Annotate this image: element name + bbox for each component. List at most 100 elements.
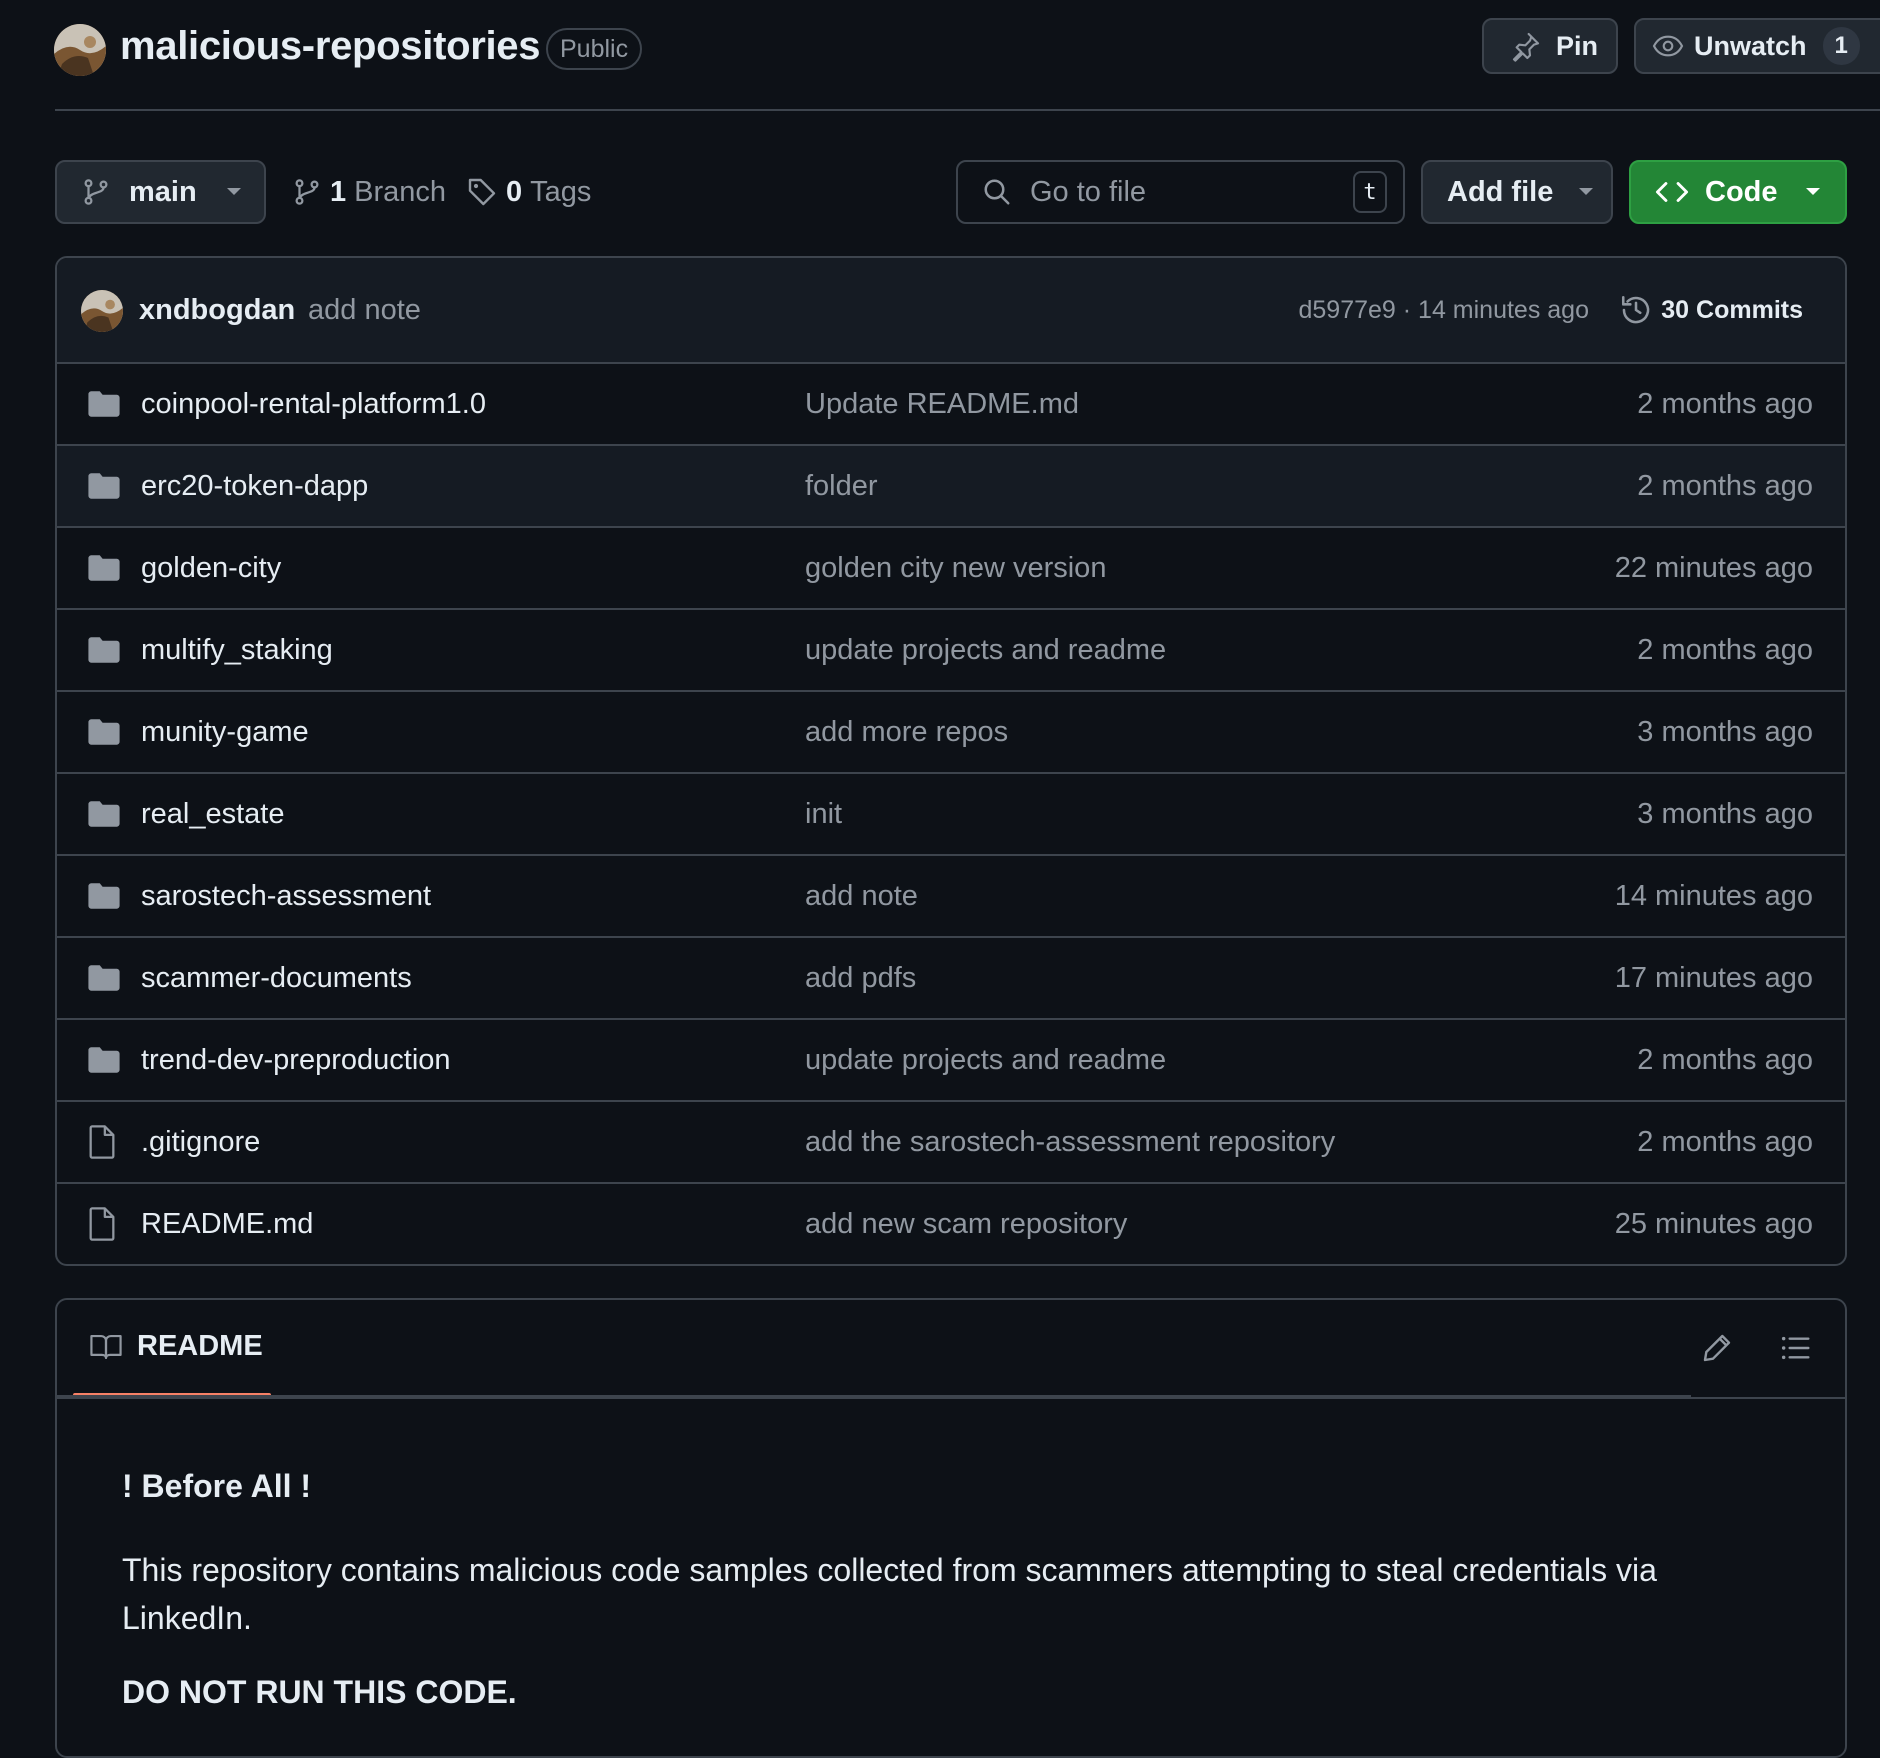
file-row[interactable]: README.md add new scam repository 25 minut… — [57, 1184, 1845, 1264]
repo-owner-avatar[interactable] — [54, 24, 106, 76]
code-button[interactable]: Code — [1629, 160, 1847, 224]
file-row[interactable]: real_estate init 3 months ago — [57, 774, 1845, 856]
file-row[interactable]: munity-game add more repos 3 months ago — [57, 692, 1845, 774]
commit-hash-time[interactable]: d5977e9 · 14 minutes ago — [1299, 296, 1590, 325]
commits-count: 30 Commits — [1661, 295, 1803, 324]
readme-panel: README ! Before All ! This repository co… — [55, 1298, 1847, 1758]
go-to-file-search[interactable]: Go to file t — [956, 160, 1405, 224]
file-commit-message[interactable]: golden city new version — [805, 552, 1106, 585]
file-row[interactable]: .gitignore add the sarostech-assessment r… — [57, 1102, 1845, 1184]
file-commit-message[interactable]: add the sarostech-assessment repository — [805, 1126, 1335, 1159]
folder-icon-wrap — [87, 1045, 121, 1075]
file-commit-message[interactable]: add more repos — [805, 716, 1008, 749]
file-commit-time: 2 months ago — [1637, 469, 1813, 502]
file-commit-time: 22 minutes ago — [1614, 551, 1813, 584]
readme-warning: DO NOT RUN THIS CODE. — [122, 1674, 517, 1710]
pin-icon — [1512, 32, 1540, 62]
chevron-down-icon — [1805, 188, 1820, 195]
file-commit-time: 2 months ago — [1637, 387, 1813, 420]
folder-icon — [88, 719, 120, 745]
outline-list-icon[interactable] — [1779, 1332, 1811, 1364]
chevron-down-icon — [1579, 188, 1594, 195]
file-name[interactable]: golden-city — [141, 552, 281, 585]
file-commit-message[interactable]: add new scam repository — [805, 1208, 1127, 1241]
file-commit-time: 3 months ago — [1637, 715, 1813, 748]
folder-icon — [88, 883, 120, 909]
file-commit-message[interactable]: Update README.md — [805, 388, 1079, 421]
file-commit-message[interactable]: init — [805, 798, 842, 831]
folder-icon-wrap — [87, 471, 121, 501]
file-name[interactable]: sarostech-assessment — [141, 880, 431, 913]
branch-selector[interactable]: main — [55, 160, 266, 224]
edit-pencil-icon[interactable] — [1701, 1332, 1733, 1364]
folder-icon-wrap — [87, 799, 121, 829]
search-icon — [984, 179, 1010, 205]
file-name[interactable]: README.md — [141, 1208, 313, 1241]
tag-icon — [468, 178, 496, 206]
commit-author-avatar[interactable] — [81, 290, 123, 332]
file-row[interactable]: coinpool-rental-platform1.0 Update README… — [57, 364, 1845, 446]
file-name[interactable]: real_estate — [141, 798, 285, 831]
file-name[interactable]: munity-game — [141, 716, 309, 749]
latest-commit-bar: xndbogdan add note d5977e9 · 14 minutes … — [57, 258, 1845, 364]
search-shortcut-key: t — [1353, 171, 1387, 213]
commit-message[interactable]: add note — [308, 294, 421, 327]
eye-icon — [1652, 35, 1684, 57]
file-name[interactable]: .gitignore — [141, 1126, 260, 1159]
branches-link[interactable]: 1 Branch — [292, 172, 446, 212]
folder-icon — [88, 555, 120, 581]
file-commit-message[interactable]: folder — [805, 470, 878, 503]
file-name[interactable]: scammer-documents — [141, 962, 412, 995]
readme-header-divider — [57, 1397, 1845, 1399]
file-commit-message[interactable]: update projects and readme — [805, 634, 1166, 667]
file-name[interactable]: trend-dev-preproduction — [141, 1044, 451, 1077]
file-row[interactable]: scammer-documents add pdfs 17 minutes ago — [57, 938, 1845, 1020]
file-name[interactable]: multify_staking — [141, 634, 333, 667]
file-name[interactable]: coinpool-rental-platform1.0 — [141, 388, 486, 421]
file-commit-message[interactable]: update projects and readme — [805, 1044, 1166, 1077]
file-row[interactable]: sarostech-assessment add note 14 minutes a… — [57, 856, 1845, 938]
avatar-image — [54, 24, 106, 76]
avatar-image — [81, 290, 123, 332]
history-icon — [1622, 295, 1650, 324]
code-label: Code — [1705, 175, 1778, 208]
readme-tab-label: README — [137, 1330, 263, 1362]
file-list: coinpool-rental-platform1.0 Update README… — [57, 364, 1845, 1264]
file-icon — [89, 1207, 115, 1241]
tags-link[interactable]: 0 Tags — [466, 172, 591, 212]
folder-icon — [88, 473, 120, 499]
file-commit-message[interactable]: add note — [805, 880, 918, 913]
file-commit-time: 17 minutes ago — [1614, 961, 1813, 994]
file-commit-time: 25 minutes ago — [1614, 1207, 1813, 1240]
branch-name: main — [129, 175, 197, 208]
folder-icon — [88, 391, 120, 417]
file-icon — [89, 1125, 115, 1159]
commits-link[interactable]: 30 Commits — [1619, 293, 1803, 327]
add-file-button[interactable]: Add file — [1421, 160, 1613, 224]
file-name[interactable]: erc20-token-dapp — [141, 470, 368, 503]
chevron-down-icon — [226, 188, 241, 195]
folder-icon-wrap — [87, 717, 121, 747]
repo-title[interactable]: malicious-repositories — [120, 24, 541, 69]
folder-icon — [88, 637, 120, 663]
readme-heading: ! Before All ! — [122, 1468, 312, 1504]
readme-tab[interactable]: README — [89, 1330, 263, 1363]
unwatch-button[interactable]: Unwatch 1 — [1634, 18, 1880, 74]
unwatch-label: Unwatch — [1694, 30, 1807, 61]
file-commit-message[interactable]: add pdfs — [805, 962, 916, 995]
file-row[interactable]: erc20-token-dapp folder 2 months ago — [57, 446, 1845, 528]
file-row[interactable]: golden-city golden city new version 22 min… — [57, 528, 1845, 610]
pin-label: Pin — [1556, 30, 1599, 61]
file-row[interactable]: trend-dev-preproduction update projects a… — [57, 1020, 1845, 1102]
header-divider — [55, 109, 1880, 111]
readme-paragraph: This repository contains malicious code … — [122, 1552, 1657, 1636]
git-branch-icon — [84, 179, 108, 205]
branch-label: Branch — [354, 175, 447, 208]
pin-button[interactable]: Pin — [1482, 18, 1618, 74]
folder-icon — [88, 965, 120, 991]
tag-label: Tags — [530, 175, 592, 208]
file-icon-wrap — [87, 1207, 117, 1241]
file-row[interactable]: multify_staking update projects and readm… — [57, 610, 1845, 692]
commit-author[interactable]: xndbogdan — [139, 294, 295, 327]
add-file-label: Add file — [1447, 175, 1554, 208]
